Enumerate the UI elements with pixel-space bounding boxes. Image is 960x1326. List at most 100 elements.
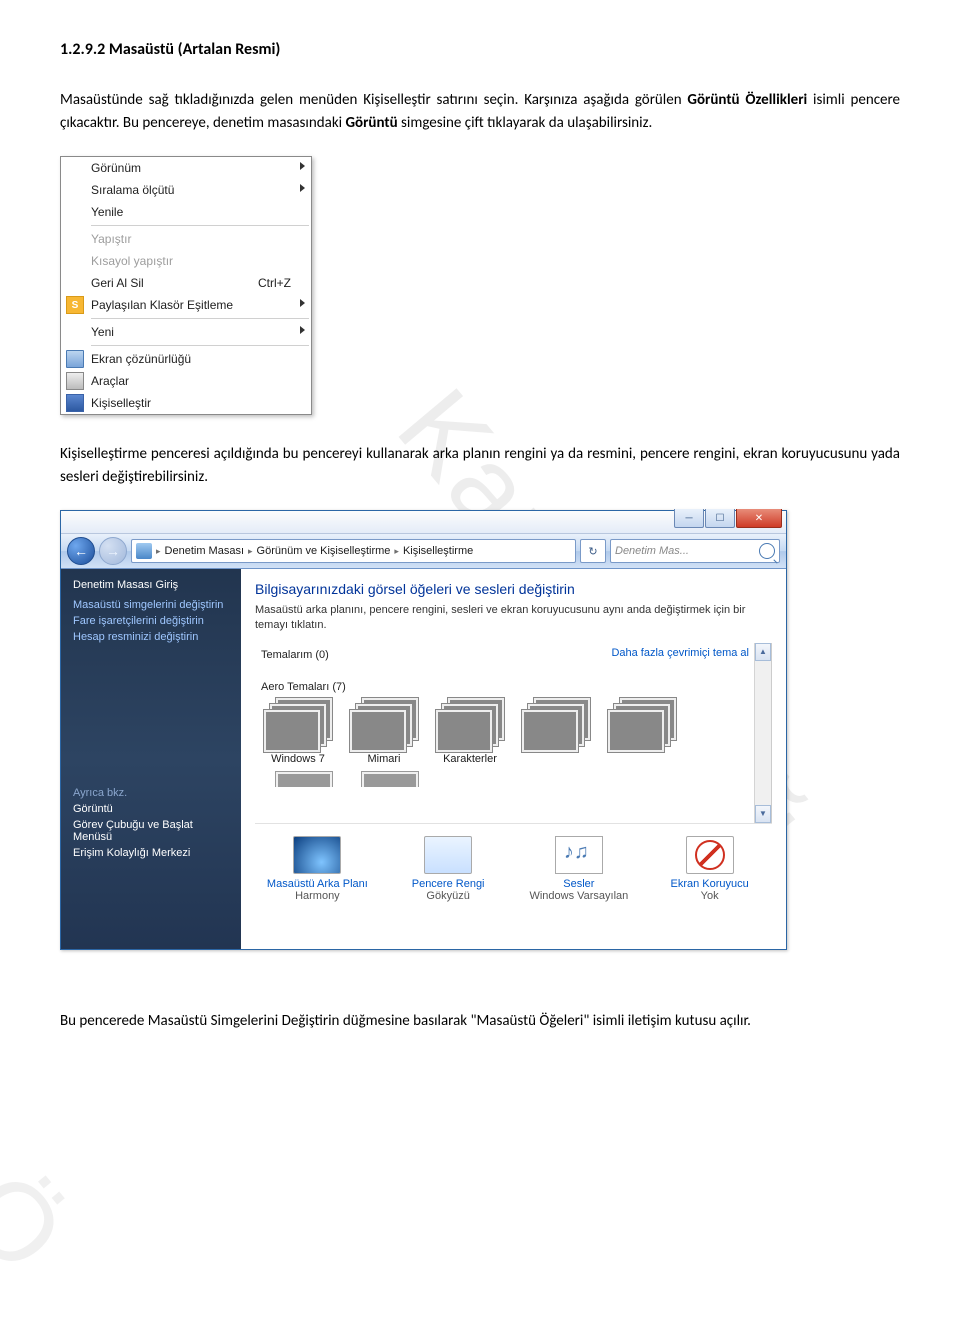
main-pane: Bilgisayarınızdaki görsel öğeleri ve ses… xyxy=(241,569,786,949)
option-subtitle: Windows Varsayılan xyxy=(529,890,628,902)
theme-caption: Karakterler xyxy=(443,753,497,765)
breadcrumb[interactable]: ▸ Denetim Masası ▸ Görünüm ve Kişiselleş… xyxy=(131,539,576,563)
menu-item-ekran-cozunurlugu[interactable]: Ekran çözünürlüğü xyxy=(61,348,311,370)
close-button[interactable]: ✕ xyxy=(736,509,782,528)
menu-separator xyxy=(91,225,309,226)
sidebar: Denetim Masası Giriş Masaüstü simgelerin… xyxy=(61,569,241,949)
search-input[interactable]: Denetim Mas... xyxy=(610,539,780,563)
chevron-right-icon: ▸ xyxy=(154,546,163,557)
search-icon xyxy=(759,543,775,559)
sidebar-heading[interactable]: Denetim Masası Giriş xyxy=(73,579,229,591)
option-title: Pencere Rengi xyxy=(412,878,485,890)
breadcrumb-item[interactable]: Kişiselleştirme xyxy=(403,545,473,557)
context-menu: Görünüm Sıralama ölçütü Yenile Yapıştır … xyxy=(60,156,312,415)
personalize-icon xyxy=(66,394,84,412)
maximize-button[interactable]: ☐ xyxy=(705,509,735,528)
menu-item-yenile[interactable]: Yenile xyxy=(61,201,311,223)
menu-item-siralama[interactable]: Sıralama ölçütü xyxy=(61,179,311,201)
chevron-right-icon: ▸ xyxy=(246,546,255,557)
control-panel-icon xyxy=(136,543,152,559)
forward-button[interactable]: → xyxy=(99,537,127,565)
theme-item-extra2[interactable] xyxy=(603,697,681,765)
scrollbar[interactable]: ▲ ▼ xyxy=(754,643,771,823)
desktop-background-icon xyxy=(293,836,341,874)
menu-item-yapistir: Yapıştır xyxy=(61,228,311,250)
sidebar-link-ease-of-access[interactable]: Erişim Kolaylığı Merkezi xyxy=(73,847,229,859)
menu-item-gorunum[interactable]: Görünüm xyxy=(61,157,311,179)
personalization-window: ─ ☐ ✕ ← → ▸ Denetim Masası ▸ Görünüm ve … xyxy=(60,510,787,950)
sidebar-link-display[interactable]: Görüntü xyxy=(73,803,229,815)
menu-item-label: Ekran çözünürlüğü xyxy=(89,352,311,366)
menu-item-yeni[interactable]: Yeni xyxy=(61,321,311,343)
menu-item-label: Yenile xyxy=(89,205,311,219)
sidebar-link-mouse-pointers[interactable]: Fare işaretçilerini değiştirin xyxy=(73,615,229,627)
submenu-arrow-icon xyxy=(300,184,305,192)
theme-caption: Windows 7 xyxy=(271,753,325,765)
watermark-text-2: Ö xyxy=(0,1148,92,1298)
menu-item-gerialsil[interactable]: Geri Al Sil Ctrl+Z xyxy=(61,272,311,294)
theme-item-partial[interactable] xyxy=(345,771,423,787)
option-screensaver[interactable]: Ekran Koruyucu Yok xyxy=(653,836,766,902)
option-title: Sesler xyxy=(563,878,594,890)
refresh-button[interactable]: ↻ xyxy=(580,539,606,563)
menu-item-paylasilan-klasor[interactable]: S Paylaşılan Klasör Eşitleme xyxy=(61,294,311,316)
theme-item-extra1[interactable] xyxy=(517,697,595,765)
menu-item-kisayol-yapistir: Kısayol yapıştır xyxy=(61,250,311,272)
option-subtitle: Gökyüzü xyxy=(426,890,469,902)
theme-item-windows7[interactable]: Windows 7 xyxy=(259,697,337,765)
sounds-icon xyxy=(555,836,603,874)
paragraph-2: Kişiselleştirme penceresi açıldığında bu… xyxy=(60,443,900,488)
theme-caption: Mimari xyxy=(368,753,401,765)
monitor-icon xyxy=(66,350,84,368)
search-placeholder: Denetim Mas... xyxy=(615,545,689,557)
menu-separator xyxy=(91,318,309,319)
back-button[interactable]: ← xyxy=(67,537,95,565)
para1-bold2: Görüntü xyxy=(345,114,397,132)
minimize-button[interactable]: ─ xyxy=(674,509,704,528)
sidebar-link-desktop-icons[interactable]: Masaüstü simgelerini değiştirin xyxy=(73,599,229,611)
theme-item-partial[interactable] xyxy=(259,771,337,787)
menu-item-label: Görünüm xyxy=(89,161,311,175)
menu-item-araclar[interactable]: Araçlar xyxy=(61,370,311,392)
more-online-themes-link[interactable]: Daha fazla çevrimiçi tema al xyxy=(611,647,749,659)
option-subtitle: Yok xyxy=(701,890,719,902)
scroll-up-button[interactable]: ▲ xyxy=(755,643,771,661)
section-heading: 1.2.9.2 Masaüstü (Artalan Resmi) xyxy=(60,40,900,59)
option-title: Masaüstü Arka Planı xyxy=(267,878,368,890)
menu-item-label: Araçlar xyxy=(89,374,311,388)
option-title: Ekran Koruyucu xyxy=(670,878,748,890)
option-window-color[interactable]: Pencere Rengi Gökyüzü xyxy=(392,836,505,902)
menu-item-label: Geri Al Sil xyxy=(89,276,258,290)
submenu-arrow-icon xyxy=(300,299,305,307)
breadcrumb-item[interactable]: Denetim Masası xyxy=(165,545,244,557)
theme-scroll-area: ▲ ▼ Temalarım (0) Daha fazla çevrimiçi t… xyxy=(255,643,772,823)
window-color-icon xyxy=(424,836,472,874)
aero-themes-label: Aero Temaları (7) xyxy=(261,681,767,693)
menu-item-label: Sıralama ölçütü xyxy=(89,183,311,197)
titlebar: ─ ☐ ✕ xyxy=(61,511,786,534)
scroll-down-button[interactable]: ▼ xyxy=(755,805,771,823)
theme-item-karakterler[interactable]: Karakterler xyxy=(431,697,509,765)
shared-folder-icon: S xyxy=(66,296,84,314)
sidebar-link-account-picture[interactable]: Hesap resminizi değiştirin xyxy=(73,631,229,643)
chevron-right-icon: ▸ xyxy=(392,546,401,557)
sidebar-link-taskbar[interactable]: Görev Çubuğu ve Başlat Menüsü xyxy=(73,819,229,843)
main-title: Bilgisayarınızdaki görsel öğeleri ve ses… xyxy=(255,581,772,597)
option-desktop-background[interactable]: Masaüstü Arka Planı Harmony xyxy=(261,836,374,902)
submenu-arrow-icon xyxy=(300,162,305,170)
menu-item-label: Kısayol yapıştır xyxy=(89,254,311,268)
menu-item-label: Kişiselleştir xyxy=(89,396,311,410)
menu-item-label: Yapıştır xyxy=(89,232,311,246)
menu-item-label: Paylaşılan Klasör Eşitleme xyxy=(89,298,311,312)
option-sounds[interactable]: Sesler Windows Varsayılan xyxy=(523,836,636,902)
tools-icon xyxy=(66,372,84,390)
para1-post: simgesine çift tıklayarak da ulaşabilirs… xyxy=(398,114,653,132)
theme-item-mimari[interactable]: Mimari xyxy=(345,697,423,765)
breadcrumb-item[interactable]: Görünüm ve Kişiselleştirme xyxy=(257,545,391,557)
sidebar-see-also-heading: Ayrıca bkz. xyxy=(73,787,229,799)
paragraph-1: Masaüstünde sağ tıkladığınızda gelen men… xyxy=(60,89,900,134)
navbar: ← → ▸ Denetim Masası ▸ Görünüm ve Kişise… xyxy=(61,534,786,569)
paragraph-3: Bu pencerede Masaüstü Simgelerini Değişt… xyxy=(60,1010,900,1033)
menu-item-kisisellestir[interactable]: Kişiselleştir xyxy=(61,392,311,414)
main-subtitle: Masaüstü arka planını, pencere rengini, … xyxy=(255,603,772,633)
